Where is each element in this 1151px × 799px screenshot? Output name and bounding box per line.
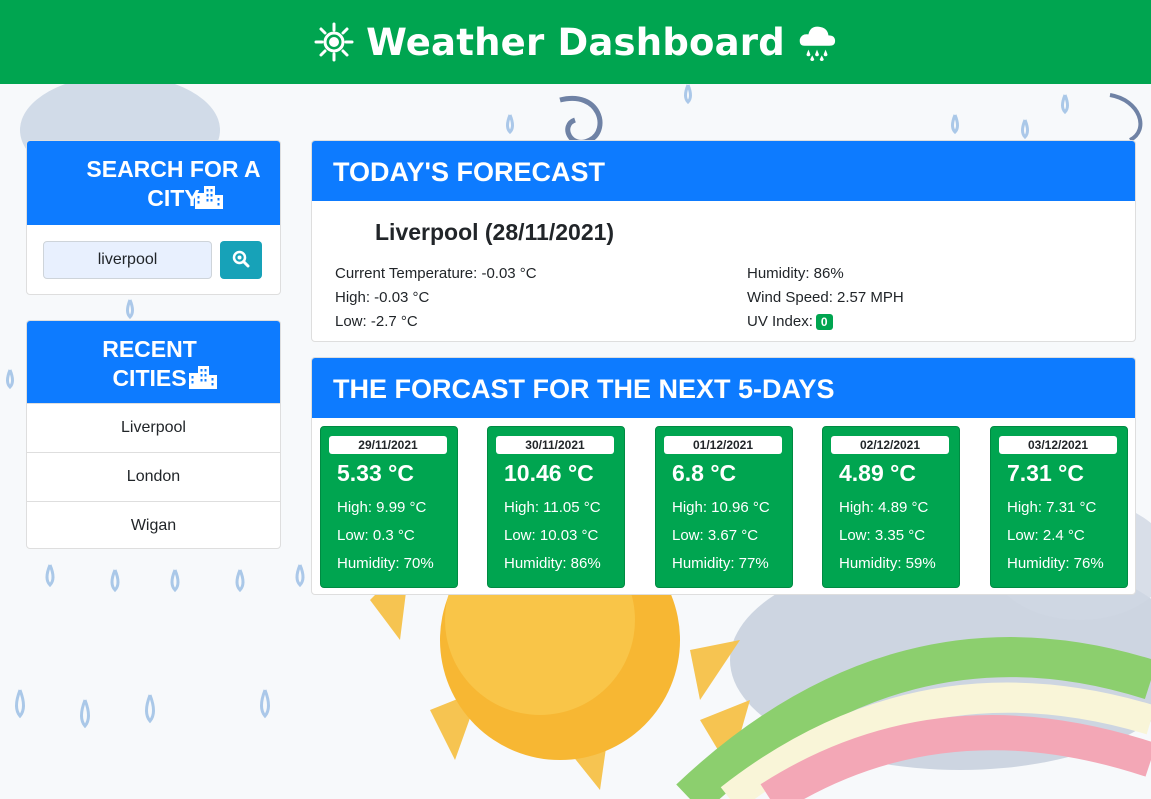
wind-speed: Wind Speed: 2.57 MPH bbox=[747, 289, 904, 306]
forecast-temp: 6.8 °C bbox=[672, 460, 737, 486]
forecast-day-card: 29/11/2021 5.33 °C High: 9.99 °C Low: 0.… bbox=[320, 426, 458, 588]
city-buildings-icon bbox=[194, 185, 224, 216]
recent-city-item[interactable]: Wigan bbox=[27, 501, 280, 548]
todays-forecast-heading: TODAY'S FORECAST bbox=[312, 141, 1135, 201]
forecast-date: 29/11/2021 bbox=[329, 436, 447, 454]
search-card-header: SEARCH FOR A CITY bbox=[27, 141, 280, 225]
current-temperature: Current Temperature: -0.03 °C bbox=[335, 265, 537, 282]
uv-index: UV Index: 0 bbox=[747, 313, 833, 330]
forecast-date: 30/11/2021 bbox=[496, 436, 614, 454]
uv-index-label: UV Index: bbox=[747, 313, 813, 330]
city-date-title: Liverpool (28/11/2021) bbox=[375, 219, 615, 245]
recent-card-header: RECENT CITIES bbox=[27, 321, 280, 403]
todays-forecast-card: TODAY'S FORECAST Liverpool (28/11/2021) … bbox=[311, 140, 1136, 342]
forecast-date: 03/12/2021 bbox=[999, 436, 1117, 454]
rain-cloud-icon bbox=[797, 22, 837, 62]
city-search-input[interactable] bbox=[43, 241, 212, 279]
forecast-low: Low: 3.67 °C bbox=[672, 527, 759, 544]
five-day-heading: THE FORCAST FOR THE NEXT 5-DAYS bbox=[312, 358, 1135, 418]
app-header: Weather Dashboard bbox=[0, 0, 1151, 84]
forecast-high: High: 11.05 °C bbox=[504, 499, 601, 516]
search-icon bbox=[232, 250, 250, 271]
low-temperature: Low: -2.7 °C bbox=[335, 313, 418, 330]
recent-city-item[interactable]: Liverpool bbox=[27, 403, 280, 452]
forecast-date: 01/12/2021 bbox=[664, 436, 782, 454]
forecast-humidity: Humidity: 59% bbox=[839, 555, 936, 572]
high-temperature: High: -0.03 °C bbox=[335, 289, 430, 306]
forecast-humidity: Humidity: 77% bbox=[672, 555, 769, 572]
forecast-humidity: Humidity: 70% bbox=[337, 555, 434, 572]
forecast-day-card: 02/12/2021 4.89 °C High: 4.89 °C Low: 3.… bbox=[822, 426, 960, 588]
five-day-forecast-card: THE FORCAST FOR THE NEXT 5-DAYS 29/11/20… bbox=[311, 357, 1136, 595]
forecast-high: High: 9.99 °C bbox=[337, 499, 427, 516]
forecast-low: Low: 3.35 °C bbox=[839, 527, 926, 544]
forecast-date: 02/12/2021 bbox=[831, 436, 949, 454]
forecast-day-card: 03/12/2021 7.31 °C High: 7.31 °C Low: 2.… bbox=[990, 426, 1128, 588]
city-buildings-icon bbox=[188, 365, 218, 396]
forecast-low: Low: 0.3 °C bbox=[337, 527, 415, 544]
forecast-temp: 7.31 °C bbox=[1007, 460, 1084, 486]
sun-icon bbox=[314, 22, 354, 62]
uv-index-badge: 0 bbox=[815, 314, 833, 330]
forecast-day-card: 01/12/2021 6.8 °C High: 10.96 °C Low: 3.… bbox=[655, 426, 793, 588]
search-card: SEARCH FOR A CITY bbox=[26, 140, 281, 295]
forecast-temp: 10.46 °C bbox=[504, 460, 594, 486]
forecast-high: High: 4.89 °C bbox=[839, 499, 929, 516]
recent-cities-card: RECENT CITIES Liverpool London Wigan bbox=[26, 320, 281, 549]
search-heading: SEARCH FOR A CITY bbox=[86, 156, 261, 211]
humidity: Humidity: 86% bbox=[747, 265, 844, 282]
forecast-low: Low: 2.4 °C bbox=[1007, 527, 1085, 544]
search-button[interactable] bbox=[220, 241, 262, 279]
forecast-high: High: 10.96 °C bbox=[672, 499, 770, 516]
recent-city-item[interactable]: London bbox=[27, 452, 280, 501]
forecast-humidity: Humidity: 86% bbox=[504, 555, 601, 572]
forecast-temp: 4.89 °C bbox=[839, 460, 916, 486]
page-title: Weather Dashboard bbox=[366, 20, 785, 64]
forecast-day-card: 30/11/2021 10.46 °C High: 11.05 °C Low: … bbox=[487, 426, 625, 588]
forecast-humidity: Humidity: 76% bbox=[1007, 555, 1104, 572]
forecast-temp: 5.33 °C bbox=[337, 460, 414, 486]
forecast-low: Low: 10.03 °C bbox=[504, 527, 599, 544]
forecast-high: High: 7.31 °C bbox=[1007, 499, 1097, 516]
